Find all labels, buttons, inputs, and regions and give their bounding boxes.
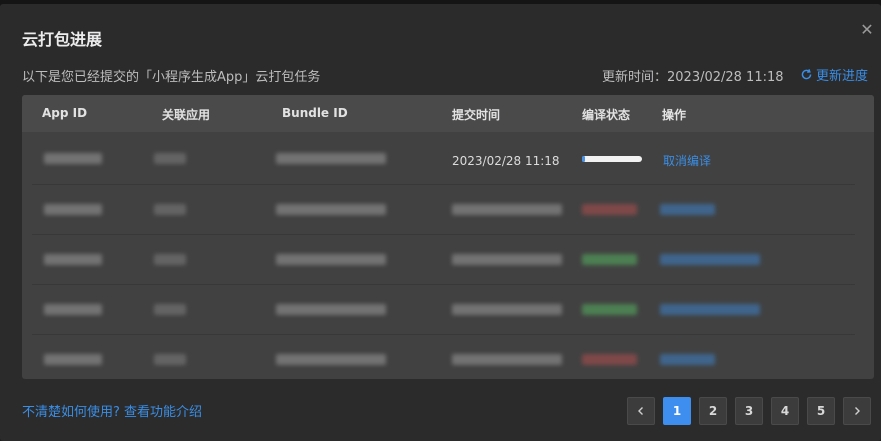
redacted-linked-app	[154, 254, 186, 265]
column-header-submit-time: 提交时间	[452, 108, 501, 122]
redacted-linked-app	[154, 354, 186, 365]
submit-time: 2023/02/28 11:18	[452, 154, 560, 168]
page-button-4[interactable]: 4	[771, 397, 799, 425]
table-row: 2023/02/28 11:18 取消编译	[32, 135, 855, 185]
tasks-table: App ID 关联应用 Bundle ID 提交时间 编译状态 操作 2023/…	[22, 95, 874, 379]
redacted-build-status	[582, 254, 637, 265]
update-time-label: 更新时间：2023/02/28 11:18	[602, 70, 784, 85]
progress-fill	[582, 156, 585, 162]
redacted-linked-app	[154, 304, 186, 315]
page-button-5[interactable]: 5	[807, 397, 835, 425]
dialog-subtitle: 以下是您已经提交的「小程序生成App」云打包任务	[22, 70, 321, 85]
redacted-submit-time	[452, 204, 562, 215]
close-icon[interactable]: ✕	[859, 22, 875, 38]
column-header-app-id: App ID	[42, 106, 88, 120]
table-header: App ID 关联应用 Bundle ID 提交时间 编译状态 操作	[22, 95, 874, 132]
redacted-app-id	[44, 204, 102, 215]
page-button-2[interactable]: 2	[699, 397, 727, 425]
table-row	[32, 185, 855, 235]
redacted-action	[660, 254, 760, 265]
page-button-1[interactable]: 1	[663, 397, 691, 425]
prev-page-button[interactable]	[627, 397, 655, 425]
redacted-bundle-id	[276, 153, 386, 164]
cloud-packaging-dialog: 云打包进展 ✕ 以下是您已经提交的「小程序生成App」云打包任务 更新时间：20…	[0, 4, 881, 441]
refresh-progress-button[interactable]: 更新进度	[800, 65, 868, 84]
redacted-app-id	[44, 254, 102, 265]
redacted-bundle-id	[276, 204, 386, 215]
cancel-build-link[interactable]: 取消编译	[663, 152, 711, 169]
column-header-actions: 操作	[662, 108, 687, 122]
redacted-bundle-id	[276, 254, 386, 265]
chevron-right-icon	[855, 407, 860, 415]
redacted-submit-time	[452, 354, 562, 365]
redacted-build-status	[582, 204, 637, 215]
column-header-linked-app: 关联应用	[162, 108, 211, 122]
redacted-linked-app	[154, 204, 186, 215]
redacted-bundle-id	[276, 304, 386, 315]
redacted-action	[660, 304, 760, 315]
redacted-app-id	[44, 354, 102, 365]
redacted-action	[660, 204, 715, 215]
build-status-progress	[582, 156, 642, 162]
table-row	[32, 285, 855, 335]
redacted-linked-app	[154, 153, 186, 164]
redacted-app-id	[44, 304, 102, 315]
page-button-3[interactable]: 3	[735, 397, 763, 425]
chevron-left-icon	[638, 407, 643, 415]
redacted-bundle-id	[276, 354, 386, 365]
table-row	[32, 235, 855, 285]
next-page-button[interactable]	[843, 397, 871, 425]
column-header-build-status: 编译状态	[582, 108, 631, 122]
refresh-icon	[801, 68, 812, 80]
refresh-label: 更新进度	[816, 69, 869, 84]
redacted-action	[660, 354, 715, 365]
column-header-bundle-id: Bundle ID	[282, 106, 348, 120]
redacted-build-status	[582, 304, 637, 315]
table-row	[32, 335, 855, 379]
redacted-build-status	[582, 354, 637, 365]
redacted-app-id	[44, 153, 102, 164]
redacted-submit-time	[452, 254, 562, 265]
dialog-title: 云打包进展	[22, 30, 103, 49]
redacted-submit-time	[452, 304, 562, 315]
help-link[interactable]: 不清楚如何使用? 查看功能介绍	[22, 401, 202, 420]
